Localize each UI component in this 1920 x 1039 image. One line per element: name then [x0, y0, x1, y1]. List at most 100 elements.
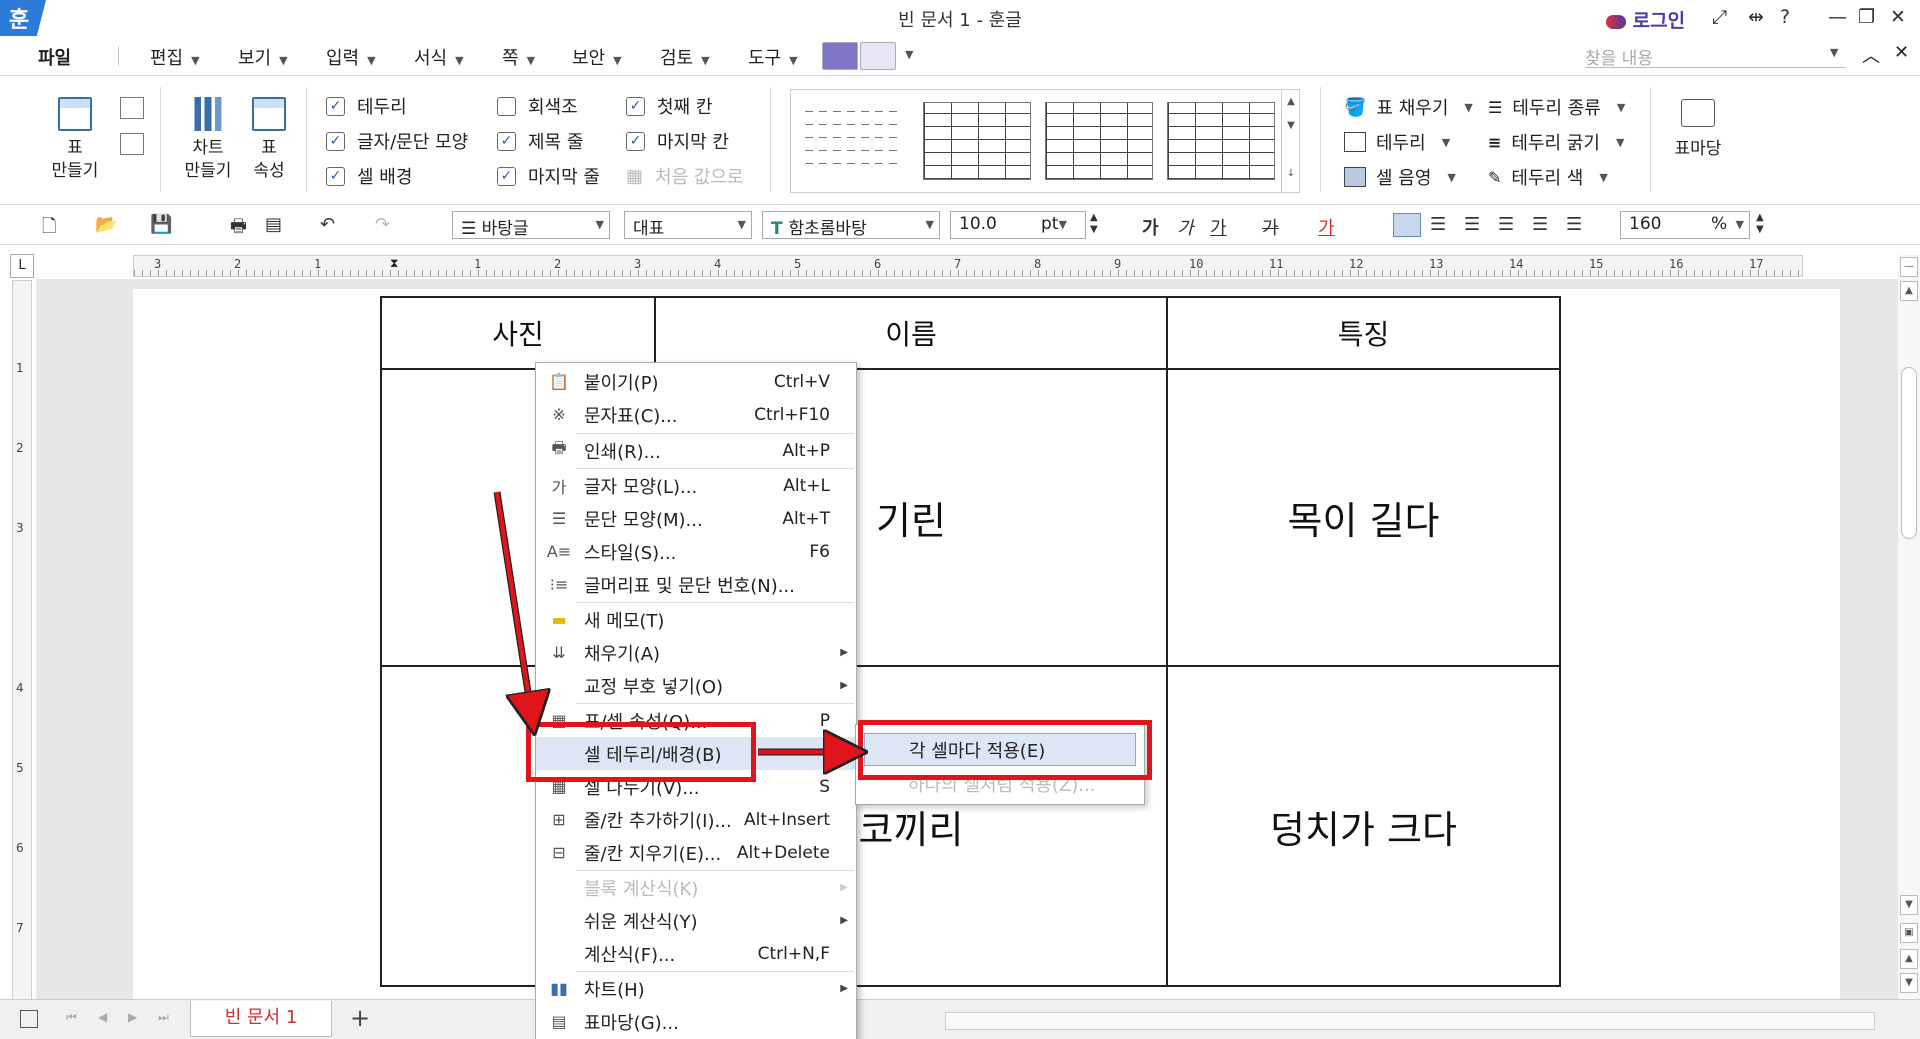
menu-security[interactable]: 보안 ▼ [572, 44, 622, 70]
check-char-para-shape[interactable]: ✓ 글자/문단 모양 [326, 128, 468, 154]
menu-item-para-shape[interactable]: ☰ 문단 모양(M)... Alt+T [536, 502, 856, 535]
table-design-tab-icon[interactable] [822, 42, 858, 70]
menu-item-table-madang[interactable]: ▤ 표마당(G)... [536, 1005, 856, 1038]
menu-review[interactable]: 검토 ▼ [660, 44, 710, 70]
table-header-cell[interactable]: 이름 [654, 296, 1168, 370]
menu-item-paste[interactable]: 📋 붙이기(P) Ctrl+V [536, 365, 856, 398]
last-page-icon[interactable]: ⏭ [158, 1010, 169, 1025]
menu-item-formula[interactable]: 계산식(F)... Ctrl+N,F [536, 937, 856, 970]
login-button[interactable]: 로그인 [1606, 6, 1685, 33]
page-view-icon[interactable]: ▣ [1900, 923, 1918, 943]
edit-table-icon[interactable] [120, 97, 144, 119]
horizontal-ruler[interactable]: 3 2 1 1 2 3 4 5 6 7 8 9 10 11 12 13 14 1… [133, 255, 1803, 277]
menu-item-fill[interactable]: ⇊ 채우기(A) ▶ [536, 636, 856, 669]
menu-view[interactable]: 보기 ▼ [238, 44, 288, 70]
help-icon[interactable]: ? [1780, 6, 1790, 28]
check-first-col[interactable]: ✓ 첫째 칸 [626, 93, 712, 119]
border-color-button[interactable]: ✎ 테두리 색 ▼ [1488, 164, 1608, 190]
check-grayscale[interactable]: 회색조 [497, 93, 578, 119]
align-left-icon[interactable]: ☰ [1430, 214, 1446, 235]
style-select[interactable]: ☰ 바탕글 ▼ [452, 211, 610, 239]
zoom-spinner[interactable]: ▲ ▼ [1756, 212, 1764, 236]
table-header-cell[interactable]: 사진 [380, 296, 656, 370]
align-center-icon[interactable]: ☰ [1464, 214, 1480, 235]
fullscreen-icon[interactable]: ⤢ [1712, 6, 1727, 28]
table-layout-tab-icon[interactable] [860, 42, 896, 70]
scroll-top-icon[interactable]: — [1900, 257, 1918, 277]
check-last-col[interactable]: ✓ 마지막 칸 [626, 128, 729, 154]
horizontal-scrollbar[interactable] [945, 1012, 1875, 1030]
menu-item-new-memo[interactable]: ▬ 새 메모(T) [536, 603, 856, 636]
document-tab[interactable]: 빈 문서 1 [190, 1001, 332, 1037]
underline-button[interactable]: 가 [1210, 214, 1227, 240]
app-logo-icon[interactable]: 훈 [0, 0, 46, 36]
menu-tools[interactable]: 도구 ▼ [748, 44, 798, 70]
make-chart-button[interactable]: 차트 만들기 [178, 97, 238, 183]
erase-table-icon[interactable] [120, 133, 144, 155]
vertical-ruler[interactable]: 1 2 3 4 5 6 7 [12, 280, 32, 1000]
font-color-button[interactable]: 가 [1318, 214, 1335, 240]
first-page-icon[interactable]: ⏮ [66, 1010, 77, 1025]
bold-button[interactable]: 가 [1142, 214, 1159, 240]
indent-marker-icon[interactable]: ⧗ [390, 256, 398, 271]
search-dropdown-icon[interactable]: ▼ [1830, 46, 1838, 59]
zoom-input[interactable]: 160% ▼ [1620, 211, 1750, 239]
menu-item-print[interactable]: 🖶 인쇄(R)... Alt+P [536, 434, 856, 467]
check-title-row[interactable]: ✓ 제목 줄 [497, 128, 583, 154]
menu-item-split-cell[interactable]: ▦ 셀 나누기(V)... S [536, 770, 856, 803]
undo-icon[interactable]: ↶ [320, 214, 335, 235]
check-cell-bg[interactable]: ✓ 셀 배경 [326, 163, 412, 189]
check-last-row[interactable]: ✓ 마지막 줄 [497, 163, 600, 189]
open-folder-icon[interactable]: 📂 [95, 214, 117, 235]
table-style-grid-bold[interactable] [1045, 102, 1153, 180]
next-page-nav-icon[interactable]: ▶ [128, 1010, 137, 1024]
menu-item-table-props[interactable]: ▦ 표/셀 속성(Q)... P [536, 704, 856, 737]
menu-item-easy-formula[interactable]: 쉬운 계산식(Y) ▶ [536, 904, 856, 937]
restore-icon[interactable]: ❐ [1858, 6, 1875, 28]
border-button[interactable]: 테두리 ▼ [1344, 129, 1450, 155]
table-madang-button[interactable]: 표마당 [1668, 99, 1728, 161]
check-border[interactable]: ✓ 테두리 [326, 93, 407, 119]
distribute-icon[interactable]: ☰ [1532, 214, 1548, 235]
table-style-none[interactable] [805, 104, 901, 176]
font-size-input[interactable]: 10.0 pt ▼ [950, 211, 1086, 239]
menu-insert[interactable]: 입력 ▼ [326, 44, 376, 70]
submenu-item-apply-each-cell[interactable]: 각 셀마다 적용(E) [864, 733, 1136, 766]
menu-item-add-row-col[interactable]: ⊞ 줄/칸 추가하기(I)... Alt+Insert [536, 803, 856, 836]
strike-button[interactable]: 가 [1262, 214, 1279, 240]
menu-file[interactable]: 파일 [38, 44, 71, 70]
scroll-down-icon[interactable]: ▼ [1900, 895, 1918, 915]
font-select[interactable]: T 함초롬바탕 ▼ [762, 211, 940, 239]
make-table-button[interactable]: 표 만들기 [48, 97, 102, 183]
divide-icon[interactable]: ☰ [1566, 214, 1582, 235]
cell-shading-button[interactable]: 셀 음영 ▼ [1344, 164, 1456, 190]
next-page-icon[interactable]: ▼ [1900, 973, 1918, 993]
font-size-spinner[interactable]: ▲ ▼ [1090, 212, 1098, 236]
preview-icon[interactable]: ▤ [265, 214, 282, 235]
new-document-icon[interactable]: 🗋 [42, 214, 56, 244]
menu-item-char-shape[interactable]: 가 글자 모양(L)... Alt+L [536, 469, 856, 502]
scroll-up-icon[interactable]: ▲ [1900, 281, 1918, 301]
menu-page[interactable]: 쪽 ▼ [502, 44, 535, 70]
gallery-scroll[interactable]: ▲ ▼ ↓ [1281, 90, 1300, 192]
save-icon[interactable]: 💾 [150, 214, 172, 235]
border-type-button[interactable]: ☰ 테두리 종류 ▼ [1488, 94, 1625, 120]
view-mode-icon[interactable] [20, 1010, 38, 1028]
menu-item-symbols[interactable]: ※ 문자표(C)... Ctrl+F10 [536, 398, 856, 431]
table-header-cell[interactable]: 특징 [1166, 296, 1561, 370]
print-icon[interactable]: 🖶 [230, 214, 247, 244]
prev-page-icon[interactable]: ▲ [1900, 949, 1918, 969]
menu-item-delete-row-col[interactable]: ⊟ 줄/칸 지우기(E)... Alt+Delete [536, 836, 856, 869]
close-doc-icon[interactable]: ✕ [1894, 42, 1909, 63]
table-style-grid-dotted[interactable] [1167, 102, 1275, 180]
minimize-icon[interactable]: — [1828, 6, 1847, 28]
menu-item-chart[interactable]: ▮▮ 차트(H) ▶ [536, 972, 856, 1005]
tab-dropdown-icon[interactable]: ▼ [905, 48, 913, 61]
prev-page-nav-icon[interactable]: ◀ [98, 1010, 107, 1024]
menu-edit[interactable]: 편집 ▼ [150, 44, 200, 70]
language-select[interactable]: 대표 ▼ [624, 211, 752, 239]
italic-button[interactable]: 가 [1177, 214, 1194, 240]
redo-icon[interactable]: ↷ [375, 214, 390, 235]
scroll-thumb[interactable] [1901, 367, 1917, 539]
menu-item-proof-marks[interactable]: 교정 부호 넣기(O) ▶ [536, 669, 856, 702]
